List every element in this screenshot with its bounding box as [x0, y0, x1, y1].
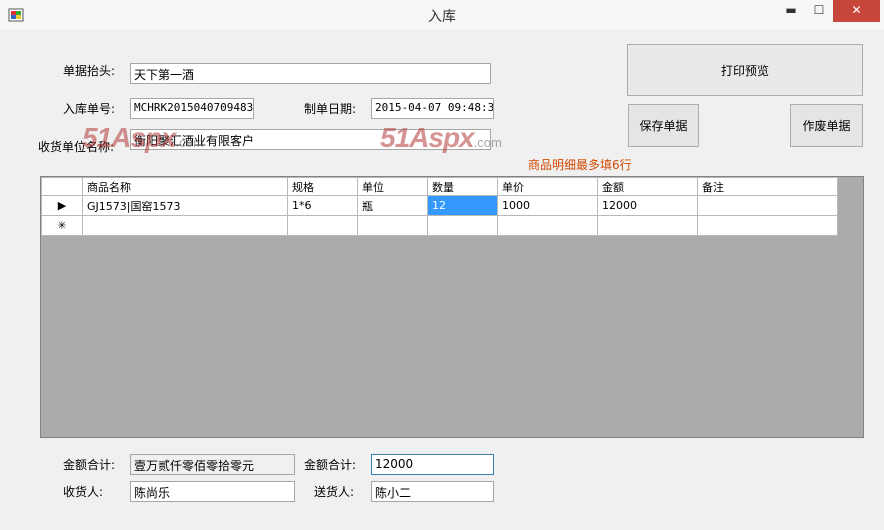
column-header[interactable]: 单价 [497, 177, 598, 196]
doc-no-input[interactable]: MCHRK20150407094831 [130, 98, 254, 119]
maximize-button[interactable]: ☐ [805, 0, 833, 22]
doc-header-label: 单据抬头: [63, 64, 116, 78]
amount-cn-field: 壹万贰仟零佰零拾零元 [130, 454, 295, 475]
watermark: 51Aspx.com [380, 122, 502, 153]
watermark: 51Aspx.com [82, 122, 204, 153]
grid-cell[interactable] [597, 215, 698, 236]
sender-label: 送货人: [314, 485, 355, 499]
print-preview-button[interactable]: 打印预览 [627, 44, 863, 96]
grid-cell[interactable]: 1000 [497, 195, 598, 216]
grid-cell[interactable]: 1*6 [287, 195, 358, 216]
grid-cell[interactable] [287, 215, 358, 236]
close-button[interactable]: ✕ [833, 0, 880, 22]
item-grid[interactable]: 商品名称 规格 单位 数量 单价 金额 备注 ▶ GJ1573|国窑1573 1… [40, 176, 864, 438]
save-button[interactable]: 保存单据 [628, 104, 699, 147]
amount-label: 金额合计: [304, 458, 357, 472]
column-header[interactable]: 备注 [697, 177, 838, 196]
title-bar: 入库 ▬ ☐ ✕ [0, 0, 884, 30]
minimize-button[interactable]: ▬ [777, 0, 805, 22]
grid-header-row: 商品名称 规格 单位 数量 单价 金额 备注 [41, 177, 838, 196]
current-row-marker-icon[interactable]: ▶ [41, 195, 83, 216]
grid-cell[interactable] [82, 215, 288, 236]
column-header[interactable]: 商品名称 [82, 177, 288, 196]
receiver-label: 收货人: [63, 485, 104, 499]
new-row-marker-icon[interactable]: ✳ [41, 215, 83, 236]
grid-cell-selected[interactable]: 12 [427, 195, 498, 216]
grid-cell[interactable]: 12000 [597, 195, 698, 216]
grid-cell[interactable] [697, 215, 838, 236]
doc-header-input[interactable]: 天下第一酒 [130, 63, 491, 84]
doc-no-label: 入库单号: [63, 102, 116, 116]
grid-cell[interactable] [697, 195, 838, 216]
date-input[interactable]: 2015-04-07 09:48:31 [371, 98, 494, 119]
column-header[interactable]: 数量 [427, 177, 498, 196]
row-limit-note: 商品明细最多填6行 [528, 158, 632, 172]
grid-cell[interactable] [497, 215, 598, 236]
table-row[interactable]: ✳ [41, 215, 838, 236]
grid-cell[interactable]: 瓶 [357, 195, 428, 216]
grid-cell[interactable] [427, 215, 498, 236]
column-header[interactable]: 单位 [357, 177, 428, 196]
sender-input[interactable]: 陈小二 [371, 481, 494, 502]
column-header[interactable]: 规格 [287, 177, 358, 196]
table-row[interactable]: ▶ GJ1573|国窑1573 1*6 瓶 12 1000 12000 [41, 195, 838, 216]
amount-cn-label: 金额合计: [63, 458, 116, 472]
amount-input[interactable]: 12000 [371, 454, 494, 475]
void-button[interactable]: 作废单据 [790, 104, 863, 147]
grid-cell[interactable]: GJ1573|国窑1573 [82, 195, 288, 216]
window-title: 入库 [428, 9, 456, 25]
column-header[interactable]: 金额 [597, 177, 698, 196]
grid-cell[interactable] [357, 215, 428, 236]
receiver-input[interactable]: 陈尚乐 [130, 481, 295, 502]
grid-corner [41, 177, 83, 196]
date-label: 制单日期: [304, 102, 357, 116]
